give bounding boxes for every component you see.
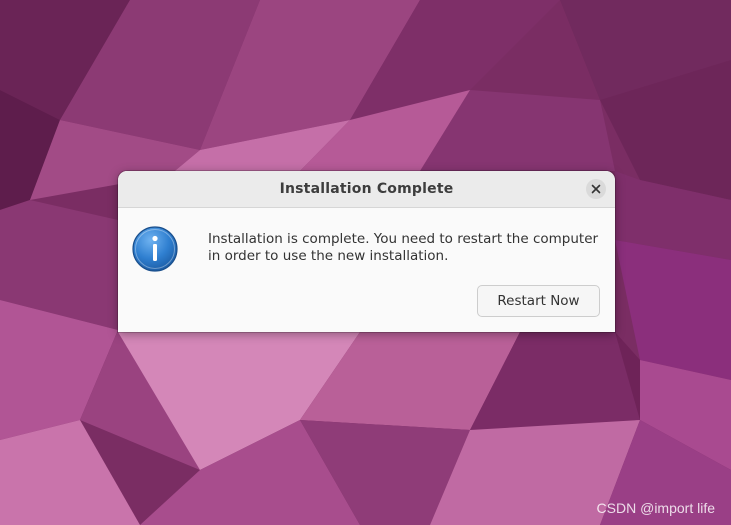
installation-complete-dialog: Installation Complete Installation is co… xyxy=(118,171,615,332)
desktop: Installation Complete Installation is co… xyxy=(0,0,731,525)
message-line-1: Installation is complete. You need to re… xyxy=(208,231,599,247)
restart-now-button[interactable]: Restart Now xyxy=(477,285,600,317)
info-icon xyxy=(132,226,178,272)
close-button[interactable] xyxy=(586,179,606,199)
dialog-titlebar: Installation Complete xyxy=(118,171,615,208)
dialog-message: Installation is complete. You need to re… xyxy=(208,231,608,265)
watermark: CSDN @import life xyxy=(596,500,715,516)
message-line-2: in order to use the new installation. xyxy=(208,248,449,264)
close-icon xyxy=(591,184,601,194)
dialog-title: Installation Complete xyxy=(279,181,454,197)
